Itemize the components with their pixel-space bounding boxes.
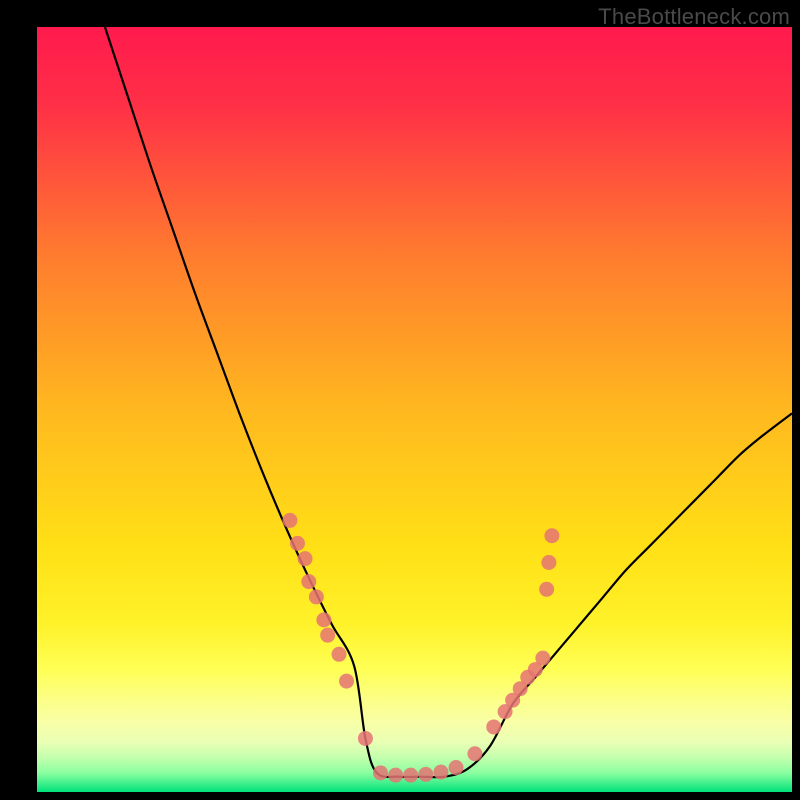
chart-dot: [373, 765, 388, 780]
chart-dot: [290, 536, 305, 551]
chart-dot: [403, 768, 418, 783]
chart-dot: [282, 513, 297, 528]
chart-dot: [388, 768, 403, 783]
chart-dot: [544, 528, 559, 543]
chart-dot: [418, 767, 433, 782]
chart-dot: [301, 574, 316, 589]
chart-dot: [467, 746, 482, 761]
watermark-text: TheBottleneck.com: [598, 4, 790, 30]
bottleneck-chart: TheBottleneck.com: [0, 0, 800, 800]
chart-dot: [358, 731, 373, 746]
chart-dot: [535, 651, 550, 666]
chart-dot: [309, 589, 324, 604]
chart-dot: [316, 612, 331, 627]
chart-dot: [433, 765, 448, 780]
chart-gradient-area: [37, 27, 792, 792]
chart-dot: [541, 555, 556, 570]
chart-dot: [449, 760, 464, 775]
chart-dot: [339, 674, 354, 689]
chart-dot: [539, 582, 554, 597]
chart-svg: [0, 0, 800, 800]
chart-dot: [332, 647, 347, 662]
chart-dot: [486, 719, 501, 734]
chart-dot: [320, 628, 335, 643]
chart-dot: [298, 551, 313, 566]
